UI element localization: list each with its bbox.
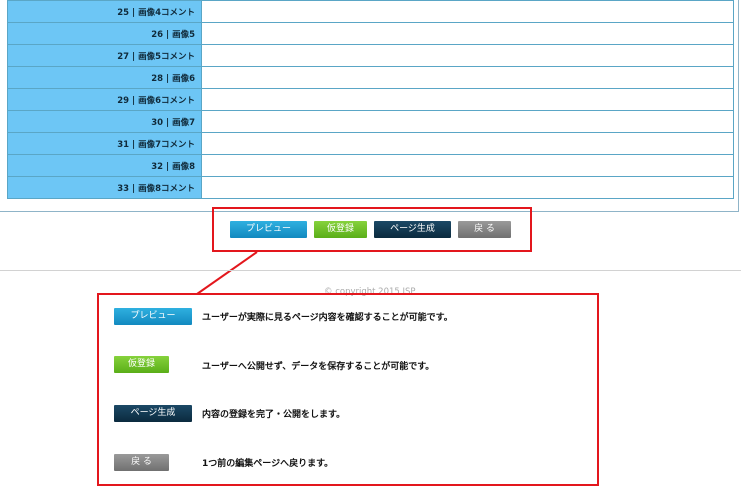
form-row: 29 | 画像6コメント xyxy=(7,88,734,111)
legend-draft-description: ユーザーへ公開せず、データを保存することが可能です。 xyxy=(202,362,435,372)
preview-button[interactable]: プレビュー xyxy=(230,221,307,238)
legend-preview-button: プレビュー xyxy=(114,308,192,325)
legend-back-description: 1つ前の編集ページへ戻ります。 xyxy=(202,459,334,469)
form-row-field[interactable] xyxy=(201,88,734,111)
legend-preview-description: ユーザーが実際に見るページ内容を確認することが可能です。 xyxy=(202,313,453,323)
form-row: 30 | 画像7 xyxy=(7,110,734,133)
form-row-label: 30 | 画像7 xyxy=(7,110,202,133)
form-row: 27 | 画像5コメント xyxy=(7,44,734,67)
form-row-field[interactable] xyxy=(201,22,734,45)
form-row: 25 | 画像4コメント xyxy=(7,0,734,23)
footer-divider xyxy=(0,270,741,271)
form-row-field[interactable] xyxy=(201,0,734,23)
form-row-field[interactable] xyxy=(201,132,734,155)
form-row: 33 | 画像8コメント xyxy=(7,176,734,199)
legend-draft-button: 仮登録 xyxy=(114,356,169,373)
form-row-field[interactable] xyxy=(201,110,734,133)
form-row-label: 31 | 画像7コメント xyxy=(7,132,202,155)
publish-page-button[interactable]: ページ生成 xyxy=(374,221,451,238)
form-row-label: 27 | 画像5コメント xyxy=(7,44,202,67)
form-row: 26 | 画像5 xyxy=(7,22,734,45)
form-row-label: 26 | 画像5 xyxy=(7,22,202,45)
draft-save-button[interactable]: 仮登録 xyxy=(314,221,367,238)
form-row-label: 29 | 画像6コメント xyxy=(7,88,202,111)
form-row: 32 | 画像8 xyxy=(7,154,734,177)
form-row-field[interactable] xyxy=(201,154,734,177)
form-table: 25 | 画像4コメント 26 | 画像5 27 | 画像5コメント 28 | 画像6… xyxy=(7,0,734,199)
form-row-label: 33 | 画像8コメント xyxy=(7,176,202,199)
legend-back-button: 戻 る xyxy=(114,454,169,471)
form-row-label: 25 | 画像4コメント xyxy=(7,0,202,23)
legend-publish-button: ページ生成 xyxy=(114,405,192,422)
form-row: 31 | 画像7コメント xyxy=(7,132,734,155)
legend-publish-description: 内容の登録を完了・公開をします。 xyxy=(202,410,346,420)
form-row-field[interactable] xyxy=(201,66,734,89)
form-row-label: 28 | 画像6 xyxy=(7,66,202,89)
back-button[interactable]: 戻 る xyxy=(458,221,511,238)
form-row-field[interactable] xyxy=(201,44,734,67)
form-row: 28 | 画像6 xyxy=(7,66,734,89)
form-row-label: 32 | 画像8 xyxy=(7,154,202,177)
form-row-field[interactable] xyxy=(201,176,734,199)
form-panel: 25 | 画像4コメント 26 | 画像5 27 | 画像5コメント 28 | 画像6… xyxy=(0,0,739,212)
